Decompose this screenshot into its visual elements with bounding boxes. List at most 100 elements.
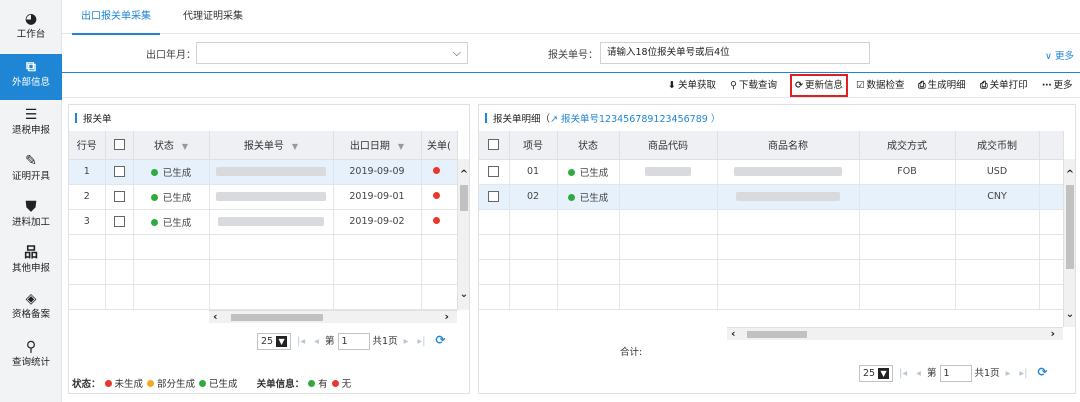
scroll-right-icon[interactable]: › [444, 310, 449, 323]
column-header[interactable]: 商品代码 [619, 131, 718, 160]
first-page-icon[interactable]: |◂ [297, 336, 305, 347]
date-cell: 2019-09-02 [333, 209, 422, 235]
next-page-icon[interactable]: ▸ [404, 336, 409, 347]
sidebar-item-label: 资格备案 [11, 309, 50, 320]
check-icon: ☑ [856, 80, 865, 91]
more-filters-link[interactable]: ∨ 更多 [1045, 48, 1074, 62]
column-header-date[interactable]: 出口日期 ▼ [333, 131, 422, 160]
vertical-scrollbar[interactable]: ^ ⌄ [1063, 159, 1075, 327]
scroll-thumb[interactable] [460, 185, 468, 211]
search-icon: ⚲ [25, 339, 37, 355]
prev-page-icon[interactable]: ◂ [916, 368, 921, 379]
page-number-input[interactable]: 1 [939, 365, 972, 382]
legend-status-key: 状态： [72, 379, 101, 390]
tab-agency-certificate[interactable]: 代理证明采集 [174, 0, 252, 34]
print-declaration-button[interactable]: ⎙ 关单打印 [980, 77, 1028, 95]
column-header[interactable]: 状态 [557, 131, 620, 160]
column-header[interactable]: 关单( [421, 131, 458, 160]
page-size-select[interactable]: 25 ▼ [257, 333, 292, 350]
select-all-checkbox[interactable] [488, 139, 500, 150]
scroll-right-icon[interactable]: › [1050, 327, 1055, 340]
sidebar-item-other-declaration[interactable]: 品 其他申报 [0, 240, 62, 286]
declaration-number-link[interactable]: 报关单号123456789123456789 ） [558, 114, 720, 125]
column-header[interactable]: 成交方式 [859, 131, 956, 160]
sidebar-item-certificate[interactable]: ✎ 证明开具 [0, 148, 62, 194]
table-row[interactable]: 2 已生成 2019-09-01 [69, 184, 458, 210]
declaration-detail-panel: 报关单明细（↗ 报关单号123456789123456789 ） 项号 状态 商… [478, 104, 1076, 394]
column-header-decl-no[interactable]: 报关单号 ▼ [209, 131, 334, 160]
redacted-value [736, 192, 840, 201]
redacted-value [645, 167, 691, 176]
row-checkbox[interactable] [113, 216, 125, 227]
scroll-down-icon[interactable]: ⌄ [458, 289, 470, 300]
next-page-icon[interactable]: ▸ [1006, 368, 1011, 379]
refresh-icon[interactable]: ⟳ [435, 333, 445, 347]
sidebar-item-workbench[interactable]: ◕ 工作台 [0, 6, 62, 52]
table-row[interactable]: 3 已生成 2019-09-02 [69, 209, 458, 235]
column-header[interactable]: 行号 [69, 131, 106, 160]
page-number-input[interactable]: 1 [337, 333, 370, 350]
scroll-down-icon[interactable]: ⌄ [1064, 309, 1076, 320]
vertical-scrollbar[interactable]: ^ ⌄ [457, 159, 469, 310]
sidebar-item-processing[interactable]: ⛊ 进料加工 [0, 194, 62, 240]
table-header-row: 项号 状态 商品代码 商品名称 成交方式 成交币制 [479, 131, 1064, 160]
table-row[interactable]: 02 已生成 CNY [479, 184, 1064, 210]
refresh-icon[interactable]: ⟳ [1037, 365, 1047, 379]
export-month-select[interactable]: ⌵ [196, 42, 468, 64]
select-all-cell[interactable] [105, 131, 134, 160]
column-header[interactable]: 成交币制 [955, 131, 1040, 160]
sidebar-item-query[interactable]: ⚲ 查询统计 [0, 334, 62, 380]
empty-row [479, 209, 1064, 235]
scroll-thumb[interactable] [747, 331, 807, 338]
download-query-button[interactable]: ⚲ 下载查询 [730, 77, 777, 95]
row-select-cell[interactable] [105, 184, 134, 210]
link-icon: ↗ [550, 114, 558, 125]
row-checkbox[interactable] [488, 191, 500, 202]
sidebar-item-qualification[interactable]: ◈ 资格备案 [0, 286, 62, 332]
sort-icon[interactable]: ▼ [398, 142, 404, 151]
last-page-icon[interactable]: ▸| [1019, 368, 1027, 379]
sidebar-item-tax-refund[interactable]: ☰ 退税申报 [0, 102, 62, 148]
horizontal-scrollbar[interactable]: ‹ › [209, 310, 457, 323]
column-header[interactable]: 项号 [509, 131, 558, 160]
row-checkbox[interactable] [488, 166, 500, 177]
row-select-cell[interactable] [105, 159, 134, 185]
scroll-left-icon[interactable]: ‹ [731, 327, 736, 340]
scroll-up-icon[interactable]: ^ [458, 169, 470, 180]
sort-icon[interactable]: ▼ [182, 142, 188, 151]
legend-label: 部分生成 [157, 379, 196, 390]
table-row[interactable]: 1 已生成 2019-09-09 [69, 159, 458, 185]
select-all-checkbox[interactable] [113, 139, 125, 150]
scroll-thumb[interactable] [1066, 185, 1074, 269]
last-page-icon[interactable]: ▸| [417, 336, 425, 347]
row-checkbox[interactable] [113, 166, 125, 177]
sidebar-item-label: 其他申报 [11, 263, 50, 274]
declaration-number-input[interactable]: 请输入18位报关单号或后4位 [600, 42, 870, 64]
horizontal-scrollbar[interactable]: ‹ › [727, 327, 1063, 340]
sort-icon[interactable]: ▼ [292, 142, 298, 151]
tab-export-declaration[interactable]: 出口报关单采集 [72, 0, 160, 35]
scroll-thumb[interactable] [231, 314, 323, 321]
row-select-cell[interactable] [479, 184, 510, 210]
scroll-up-icon[interactable]: ^ [1064, 169, 1076, 180]
legend-dot [331, 380, 339, 387]
table-row[interactable]: 01 已生成 FOB USD [479, 159, 1064, 185]
first-page-icon[interactable]: |◂ [899, 368, 907, 379]
row-select-cell[interactable] [479, 159, 510, 185]
row-select-cell[interactable] [105, 209, 134, 235]
prev-page-icon[interactable]: ◂ [314, 336, 319, 347]
data-check-button[interactable]: ☑ 数据检查 [856, 77, 905, 95]
sidebar-item-external-info[interactable]: ⧉ 外部信息 [0, 54, 62, 100]
column-header-status[interactable]: 状态 ▼ [133, 131, 210, 160]
row-checkbox[interactable] [113, 191, 125, 202]
page-size-select[interactable]: 25 ▼ [859, 365, 894, 382]
toolbar-more-button[interactable]: ⋯ 更多 [1042, 77, 1073, 95]
column-header[interactable]: 商品名称 [717, 131, 860, 160]
scroll-left-icon[interactable]: ‹ [213, 310, 218, 323]
fetch-declaration-button[interactable]: ⬇ 关单获取 [668, 77, 716, 95]
select-all-cell[interactable] [479, 131, 510, 160]
row-number: 1 [69, 159, 106, 185]
update-info-button[interactable]: ⟳ 更新信息 [790, 74, 848, 97]
status-legend: 状态： 未生成 部分生成 已生成 关单信息： 有 无 [72, 376, 351, 390]
generate-detail-button[interactable]: ⎙ 生成明细 [918, 77, 966, 95]
